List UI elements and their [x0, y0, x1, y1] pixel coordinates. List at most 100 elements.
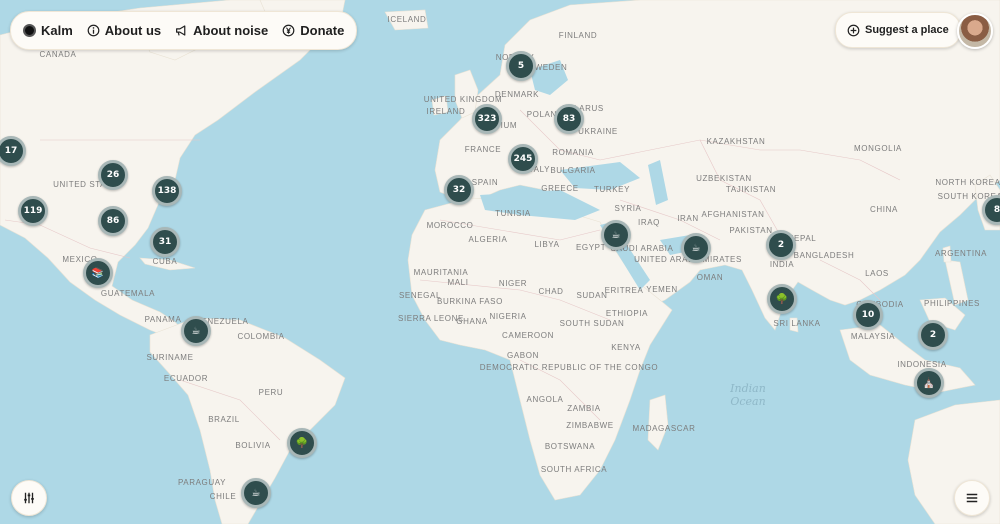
about-noise-label: About noise — [193, 23, 269, 38]
country-label: ZIMBABWE — [566, 421, 613, 430]
cluster-marker[interactable]: 323 — [472, 104, 502, 134]
country-label: PHILIPPINES — [924, 299, 980, 308]
country-label: BANGLADESH — [794, 251, 855, 260]
cluster-marker[interactable]: 86 — [98, 206, 128, 236]
country-label: MALI — [447, 278, 468, 287]
cluster-marker[interactable]: 119 — [18, 196, 48, 226]
country-label: ARGENTINA — [935, 249, 987, 258]
country-label: SPAIN — [472, 178, 498, 187]
cluster-marker[interactable]: 5 — [506, 51, 536, 81]
country-label: SIERRA LEONE — [398, 314, 464, 323]
cluster-count: 86 — [106, 216, 120, 226]
filters-button[interactable] — [11, 480, 47, 516]
ocean-label-line-2: Ocean — [730, 395, 765, 408]
country-label: FRANCE — [465, 145, 502, 154]
country-label: ANGOLA — [527, 395, 564, 404]
country-label: CANADA — [40, 50, 77, 59]
cluster-count: 2 — [929, 330, 937, 340]
cluster-marker[interactable]: 2 — [918, 320, 948, 350]
country-label: TAJIKISTAN — [726, 185, 776, 194]
country-label: UZBEKISTAN — [696, 174, 752, 183]
about-noise-link[interactable]: About noise — [175, 23, 268, 38]
cluster-marker[interactable]: 245 — [508, 144, 538, 174]
cafe-icon: ☕ — [691, 242, 701, 254]
cafe-icon: ☕ — [191, 325, 201, 337]
country-label: BOTSWANA — [545, 442, 595, 451]
country-label: CHINA — [870, 205, 898, 214]
cluster-count: 31 — [158, 237, 172, 247]
world-map[interactable]: ICELANDCANADAFINLANDNORWAYSWEDENDENMARKU… — [0, 0, 1000, 524]
country-label: MOROCCO — [427, 221, 474, 230]
country-label: TUNISIA — [495, 209, 531, 218]
country-label: UNITED KINGDOM — [424, 95, 503, 104]
place-marker-cafe-icon[interactable]: ☕ — [181, 316, 211, 346]
menu-button[interactable] — [954, 480, 990, 516]
cluster-count: 119 — [23, 206, 43, 216]
country-label: NIGERIA — [489, 312, 526, 321]
country-label: CUBA — [153, 257, 178, 266]
about-us-label: About us — [104, 23, 162, 38]
cluster-count: 138 — [157, 186, 177, 196]
country-label: ROMANIA — [552, 148, 594, 157]
place-marker-cafe-icon[interactable]: ☕ — [241, 478, 271, 508]
logo-dot-icon — [23, 24, 36, 37]
country-label: GABON — [507, 351, 539, 360]
country-label: SYRIA — [614, 204, 641, 213]
place-marker-temple-icon[interactable]: ⛪ — [914, 368, 944, 398]
country-label: IRAN — [677, 214, 699, 223]
library-icon: 📚 — [91, 267, 105, 279]
cluster-count: 2 — [777, 240, 785, 250]
country-label: AFGHANISTAN — [702, 210, 765, 219]
info-icon — [87, 24, 100, 37]
cluster-marker[interactable]: 32 — [444, 175, 474, 205]
temple-icon: ⛪ — [922, 377, 936, 389]
hamburger-icon — [966, 493, 978, 503]
country-label: TAIWAN — [0, 0, 17, 2]
place-marker-park-icon[interactable]: 🌳 — [767, 284, 797, 314]
country-label: INDIA — [770, 260, 794, 269]
country-label: PAKISTAN — [729, 226, 772, 235]
country-label: IRELAND — [427, 107, 466, 116]
place-marker-park-icon[interactable]: 🌳 — [287, 428, 317, 458]
cluster-count: 323 — [477, 114, 497, 124]
cluster-count: 5 — [517, 61, 525, 71]
brand-link[interactable]: Kalm — [23, 23, 73, 38]
suggest-place-label: Suggest a place — [865, 24, 949, 36]
cafe-icon: ☕ — [251, 487, 261, 499]
top-navigation: Kalm About us About noise Donate — [10, 11, 358, 50]
cluster-marker[interactable]: 10 — [853, 300, 883, 330]
cluster-count: 8 — [993, 205, 1000, 215]
country-label: ERITREA — [605, 286, 644, 295]
cluster-marker[interactable]: 26 — [98, 160, 128, 190]
donate-link[interactable]: Donate — [282, 23, 344, 38]
country-label: ZAMBIA — [567, 404, 600, 413]
cluster-marker[interactable]: 83 — [554, 104, 584, 134]
cluster-marker[interactable]: 138 — [152, 176, 182, 206]
country-label: CHILE — [210, 492, 237, 501]
country-label: PERU — [259, 388, 284, 397]
country-label: DEMOCRATIC REPUBLIC OF THE CONGO — [480, 363, 658, 372]
place-marker-cafe-icon[interactable]: ☕ — [601, 220, 631, 250]
cluster-marker[interactable]: 2 — [766, 230, 796, 260]
suggest-place-button[interactable]: Suggest a place — [835, 12, 961, 48]
cluster-count: 17 — [4, 146, 18, 156]
country-label: KAZAKHSTAN — [707, 137, 766, 146]
place-marker-cafe-icon[interactable]: ☕ — [681, 233, 711, 263]
cluster-count: 32 — [452, 185, 466, 195]
country-label: UKRAINE — [578, 127, 618, 136]
country-label: SOUTH SUDAN — [560, 319, 625, 328]
park-icon: 🌳 — [295, 437, 309, 449]
user-avatar[interactable] — [957, 13, 993, 49]
country-label: FINLAND — [559, 31, 597, 40]
sliders-icon — [24, 492, 34, 504]
country-label: ALGERIA — [469, 235, 508, 244]
yen-coin-icon — [282, 24, 295, 37]
about-us-link[interactable]: About us — [87, 23, 161, 38]
cluster-count: 26 — [106, 170, 120, 180]
country-label: YEMEN — [646, 285, 677, 294]
country-label: IRAQ — [638, 218, 660, 227]
cluster-count: 245 — [513, 154, 533, 164]
cluster-marker[interactable]: 31 — [150, 227, 180, 257]
country-label: MALAYSIA — [851, 332, 895, 341]
place-marker-library-icon[interactable]: 📚 — [83, 258, 113, 288]
